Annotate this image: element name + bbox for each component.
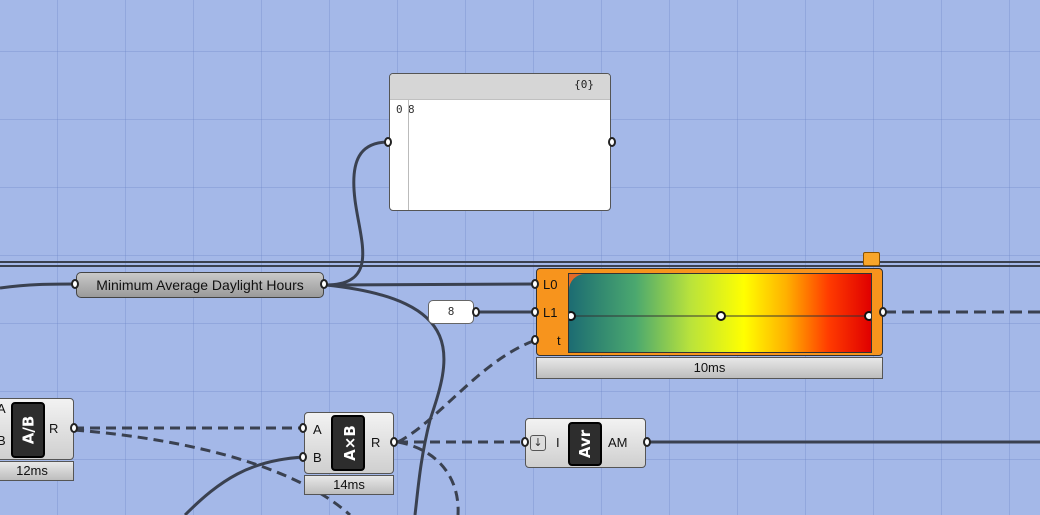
divide-icon: A/B bbox=[11, 402, 45, 458]
panel-divider bbox=[408, 100, 409, 210]
multiply-component[interactable]: A B A×B R bbox=[304, 412, 394, 474]
output-label-r: R bbox=[49, 421, 59, 436]
timing-bar: 14ms bbox=[304, 475, 394, 495]
panel-row: 08 bbox=[390, 100, 610, 116]
grasshopper-canvas[interactable]: {0} 08 Minimum Average Daylight Hours 8 … bbox=[0, 0, 1040, 515]
average-input-port[interactable] bbox=[521, 437, 529, 447]
timing-bar: 12ms bbox=[0, 461, 74, 481]
gradient-input-port-l0[interactable] bbox=[531, 279, 539, 289]
average-component[interactable]: ↓ I Avr AM bbox=[525, 418, 646, 468]
gradient-handle[interactable] bbox=[716, 311, 726, 321]
gradient-handles bbox=[569, 274, 871, 321]
multiply-output-port[interactable] bbox=[390, 437, 398, 447]
output-label-r: R bbox=[371, 435, 381, 450]
wire bbox=[325, 282, 537, 287]
wire bbox=[183, 455, 305, 515]
panel-header: {0} bbox=[390, 74, 610, 100]
wire bbox=[0, 282, 77, 290]
panel-output-port[interactable] bbox=[608, 137, 616, 147]
input-label-a: A bbox=[0, 401, 6, 416]
panel-row-index: 0 bbox=[396, 103, 403, 116]
slider-output-port[interactable] bbox=[472, 307, 480, 317]
gradient-input-port-t[interactable] bbox=[531, 335, 539, 345]
number-parameter[interactable]: Minimum Average Daylight Hours bbox=[76, 272, 324, 298]
gradient-input-port-l1[interactable] bbox=[531, 307, 539, 317]
input-label-t: t bbox=[557, 333, 561, 348]
corner-wedge-icon bbox=[569, 274, 585, 290]
average-icon: Avr bbox=[568, 422, 602, 466]
output-label-am: AM bbox=[608, 435, 628, 450]
panel-input-port[interactable] bbox=[384, 137, 392, 147]
gradient-handle[interactable] bbox=[569, 311, 576, 321]
multiply-icon: A×B bbox=[331, 415, 365, 471]
preview-tag-icon[interactable] bbox=[863, 252, 880, 266]
gradient-component[interactable]: L0 L1 t bbox=[536, 268, 883, 356]
gradient-bar[interactable] bbox=[568, 273, 872, 353]
divide-component[interactable]: A B A/B R bbox=[0, 398, 74, 460]
gradient-output-port[interactable] bbox=[879, 307, 887, 317]
param-output-port[interactable] bbox=[320, 279, 328, 289]
average-output-port[interactable] bbox=[643, 437, 651, 447]
input-label-b: B bbox=[0, 433, 6, 448]
input-label-l0: L0 bbox=[543, 277, 558, 292]
param-input-port[interactable] bbox=[71, 279, 79, 289]
wire bbox=[397, 440, 460, 515]
input-label-b: B bbox=[313, 450, 322, 465]
number-slider[interactable]: 8 bbox=[428, 300, 474, 324]
wire bbox=[397, 338, 537, 444]
data-panel[interactable]: {0} 08 bbox=[389, 73, 611, 211]
wire bbox=[325, 140, 390, 287]
input-label-i: I bbox=[556, 435, 560, 450]
multiply-input-port-a[interactable] bbox=[299, 423, 307, 433]
multiply-input-port-b[interactable] bbox=[299, 452, 307, 462]
gradient-handle[interactable] bbox=[864, 311, 871, 321]
input-label-l1: L1 bbox=[543, 305, 558, 320]
input-label-a: A bbox=[313, 422, 322, 437]
flatten-icon[interactable]: ↓ bbox=[530, 435, 546, 451]
divide-output-port[interactable] bbox=[70, 423, 78, 433]
timing-bar: 10ms bbox=[536, 357, 883, 379]
